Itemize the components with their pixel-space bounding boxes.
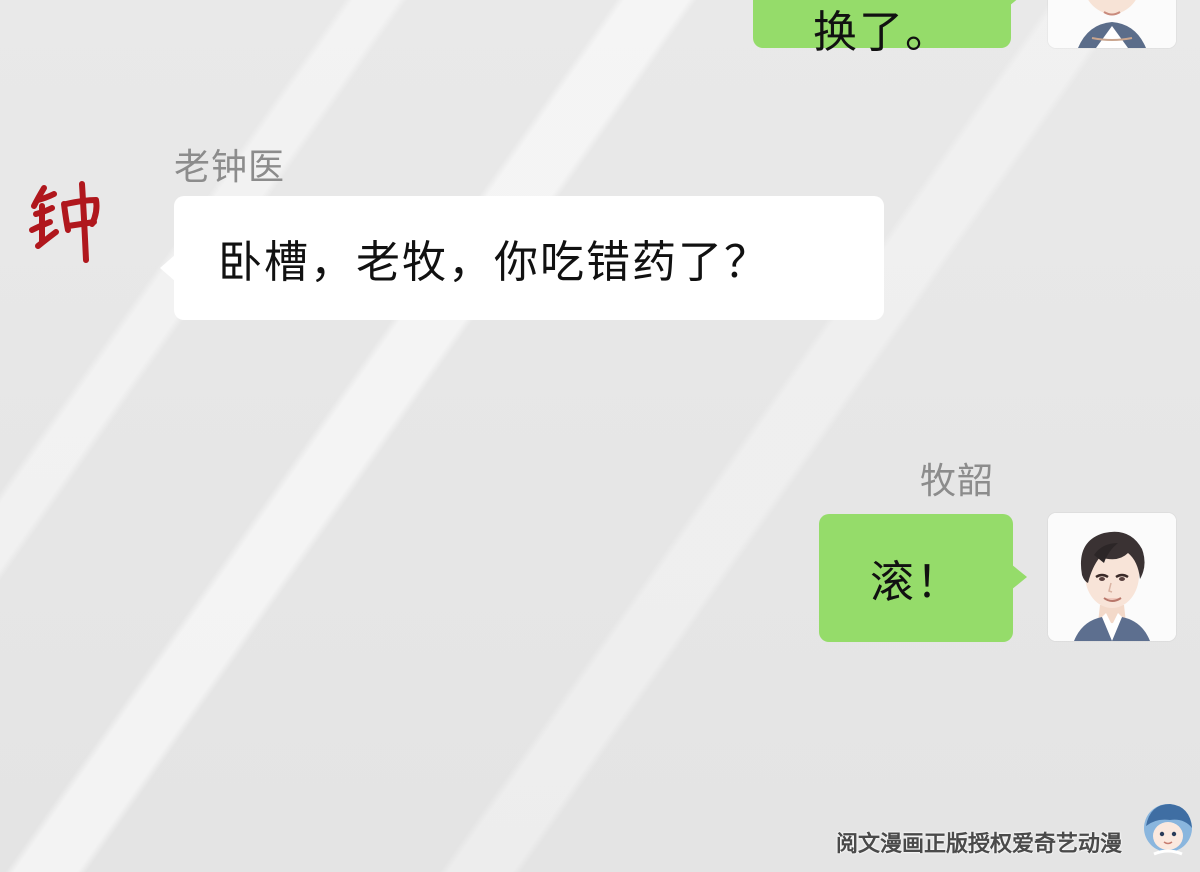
prev-message-text: 换了。 <box>813 7 951 58</box>
sender-name-mushao: 牧韶 <box>920 461 995 502</box>
copyright-watermark: 阅文漫画正版授权爱奇艺动漫 <box>836 832 1123 857</box>
handwritten-signature-icon <box>29 181 100 263</box>
anime-boy-avatar-icon <box>1048 513 1176 641</box>
laozhong-signature-avatar[interactable] <box>26 176 118 268</box>
bubble-tail <box>1009 0 1025 6</box>
sender-name-laozhong: 老钟医 <box>174 147 286 188</box>
bubble-tail <box>160 254 176 282</box>
muShao-avatar-top[interactable] <box>1048 0 1176 48</box>
laozhong-message-bubble[interactable]: 卧槽，老牧，你吃错药了？ <box>160 196 884 320</box>
laozhong-message-text: 卧槽，老牧，你吃错药了？ <box>218 237 770 288</box>
mushao-avatar[interactable] <box>1048 513 1176 641</box>
mushao-message-bubble[interactable]: 滚！ <box>819 514 1027 642</box>
prev-message-bubble[interactable]: 换了。 <box>753 0 1025 58</box>
anime-boy-avatar-icon <box>1048 0 1176 48</box>
watermark-mascot-icon <box>1140 798 1196 860</box>
chat-background <box>0 0 1200 872</box>
bubble-tail <box>1011 564 1027 590</box>
mushao-message-text: 滚！ <box>870 557 962 608</box>
